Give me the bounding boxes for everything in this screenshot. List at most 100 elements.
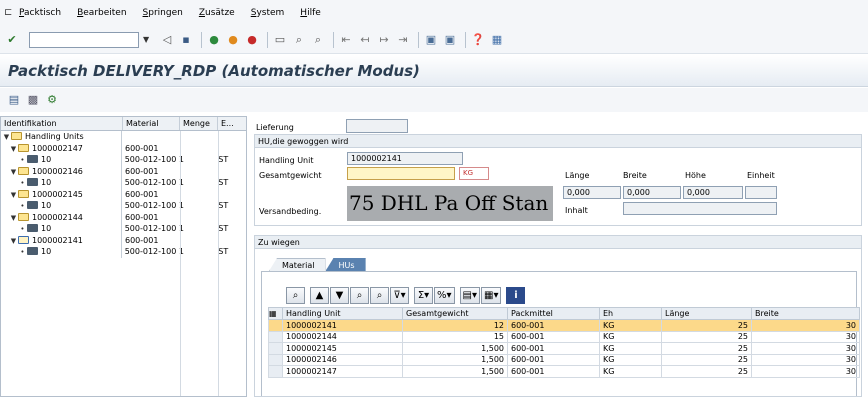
tree-qty — [179, 235, 217, 247]
layout-menu-icon[interactable]: ▦ — [489, 32, 505, 48]
expand-arrow-icon[interactable]: ▼ — [9, 144, 18, 155]
col-eh[interactable]: Eh — [599, 307, 662, 320]
table-row[interactable]: 1000002147 1,500 600-001 KG 25 30 — [268, 365, 860, 378]
info-icon[interactable]: i — [506, 286, 526, 304]
pack-icon[interactable]: ▩ — [25, 92, 41, 108]
next-page-icon[interactable]: ↦ — [376, 32, 392, 48]
last-page-icon[interactable]: ⇥ — [395, 32, 411, 48]
tab-hus[interactable]: HUs — [325, 258, 366, 271]
tree-row[interactable]: • 10 500-012-100 1 ST — [1, 223, 246, 235]
row-selector[interactable] — [268, 319, 283, 332]
find-icon[interactable]: ⌕ — [291, 32, 307, 48]
tree-row[interactable]: • 10 500-012-100 1 ST — [1, 154, 246, 166]
menu-system[interactable]: System — [251, 8, 285, 18]
export-icon[interactable]: ▦▾ — [481, 286, 502, 304]
help-icon[interactable]: ❓ — [470, 32, 486, 48]
subtotal-icon[interactable]: %▾ — [434, 286, 455, 304]
settings-icon[interactable]: ⚙ — [44, 92, 60, 108]
menu-springen[interactable]: Springen — [143, 8, 183, 18]
tree-header-einheit[interactable]: E... — [218, 117, 246, 130]
tree-material: 600-001 — [125, 212, 159, 222]
find-next-icon[interactable]: ⌕ — [310, 32, 326, 48]
row-selector[interactable] — [268, 342, 283, 355]
find-icon[interactable]: ⌕ — [350, 286, 369, 304]
previous-page-icon[interactable]: ↤ — [357, 32, 373, 48]
enter-check-icon[interactable]: ✔ — [4, 32, 20, 48]
menu-zusaetze[interactable]: Zusätze — [199, 8, 235, 18]
gesamtgewicht-input[interactable] — [347, 167, 455, 180]
tree-header: Identifikation Material Menge E... — [1, 117, 246, 131]
tree-header-menge[interactable]: Menge — [180, 117, 218, 130]
tree-row[interactable]: • 10 500-012-100 1 ST — [1, 246, 246, 258]
cell-laenge: 25 — [661, 353, 752, 366]
expand-arrow-icon[interactable]: ▼ — [9, 167, 18, 178]
select-all-icon[interactable]: ▦ — [268, 307, 283, 320]
cancel-red-icon[interactable]: ● — [244, 32, 260, 48]
expand-arrow-icon[interactable]: ▼ — [9, 213, 18, 224]
table-row[interactable]: 1000002141 12 600-001 KG 25 30 — [268, 319, 860, 332]
print-preview-icon[interactable]: ▤▾ — [459, 286, 480, 304]
cell-eh: KG — [599, 365, 662, 378]
tree-row[interactable]: ▼ 1000002145 600-001 — [1, 188, 246, 201]
filter-icon[interactable]: ⊽▾ — [390, 286, 409, 304]
expand-arrow-icon[interactable]: ▼ — [9, 190, 18, 201]
tree-qty — [179, 189, 217, 201]
tree-row[interactable]: ▼ 1000002147 600-001 — [1, 142, 246, 155]
col-breite[interactable]: Breite — [751, 307, 860, 320]
col-gesamtgewicht[interactable]: Gesamtgewicht — [402, 307, 508, 320]
col-handling-unit[interactable]: Handling Unit — [282, 307, 403, 320]
col-laenge[interactable]: Länge — [661, 307, 752, 320]
inhalt-field[interactable] — [623, 202, 777, 215]
sort-descending-icon[interactable]: ▼ — [330, 286, 349, 304]
tree-unit — [216, 235, 246, 247]
tree-row[interactable]: • 10 500-012-100 1 ST — [1, 177, 246, 189]
table-row[interactable]: 1000002145 1,500 600-001 KG 25 30 — [268, 342, 860, 355]
tree-row[interactable]: ▼ 1000002146 600-001 — [1, 165, 246, 178]
command-history-dropdown-icon[interactable]: ▼ — [143, 32, 153, 48]
back-arrow-icon[interactable]: ◁ — [159, 32, 175, 48]
col-packmittel[interactable]: Packmittel — [507, 307, 600, 320]
expand-arrow-icon[interactable]: ▼ — [2, 132, 11, 143]
package-icon — [27, 201, 38, 209]
tree-row[interactable]: ▼ Handling Units — [1, 131, 246, 143]
sort-ascending-icon[interactable]: ▲ — [310, 286, 329, 304]
toolbar-separator — [201, 31, 202, 48]
print-icon[interactable]: ▭ — [272, 32, 288, 48]
laenge-field[interactable]: 0,000 — [563, 186, 621, 199]
table-row[interactable]: 1000002146 1,500 600-001 KG 25 30 — [268, 353, 860, 366]
display-icon[interactable]: ▤ — [6, 92, 22, 108]
sum-icon[interactable]: Σ▾ — [414, 286, 433, 304]
weight-unit-field[interactable]: KG — [459, 167, 489, 180]
einheit-field[interactable] — [745, 186, 777, 199]
hoehe-field[interactable]: 0,000 — [683, 186, 743, 199]
back-green-icon[interactable]: ● — [206, 32, 222, 48]
system-menu-icon[interactable]: ⊏ — [4, 7, 13, 19]
tree-row[interactable]: ▼ 1000002144 600-001 — [1, 211, 246, 224]
tree-row[interactable]: ▼ 1000002141 600-001 — [1, 234, 246, 247]
row-selector[interactable] — [268, 353, 283, 366]
menu-packtisch[interactable]: Packtisch — [19, 8, 61, 18]
menu-bearbeiten[interactable]: Bearbeiten — [77, 8, 126, 18]
tree-header-material[interactable]: Material — [123, 117, 180, 130]
save-icon[interactable]: ▪ — [178, 32, 194, 48]
package-icon — [27, 247, 38, 255]
handling-unit-field[interactable]: 1000002141 — [347, 152, 463, 165]
find-next-icon[interactable]: ⌕ — [370, 286, 389, 304]
tree-row[interactable]: • 10 500-012-100 1 ST — [1, 200, 246, 212]
row-selector[interactable] — [268, 365, 283, 378]
hu-grid: ▦ Handling Unit Gesamtgewicht Packmittel… — [268, 307, 860, 378]
tab-material[interactable]: Material — [269, 258, 326, 271]
exit-orange-icon[interactable]: ● — [225, 32, 241, 48]
lieferung-field[interactable] — [346, 119, 408, 133]
details-magnifier-icon[interactable]: ⌕ — [286, 286, 305, 304]
table-row[interactable]: 1000002144 15 600-001 KG 25 30 — [268, 330, 860, 343]
expand-arrow-icon[interactable]: ▼ — [9, 236, 18, 247]
row-selector[interactable] — [268, 330, 283, 343]
new-session-icon[interactable]: ▣ — [423, 32, 439, 48]
menu-hilfe[interactable]: Hilfe — [300, 8, 321, 18]
first-page-icon[interactable]: ⇤ — [338, 32, 354, 48]
command-field[interactable] — [29, 31, 139, 48]
shortcut-icon[interactable]: ▣ — [442, 32, 458, 48]
breite-field[interactable]: 0,000 — [623, 186, 681, 199]
tree-header-identifikation[interactable]: Identifikation — [1, 117, 123, 130]
